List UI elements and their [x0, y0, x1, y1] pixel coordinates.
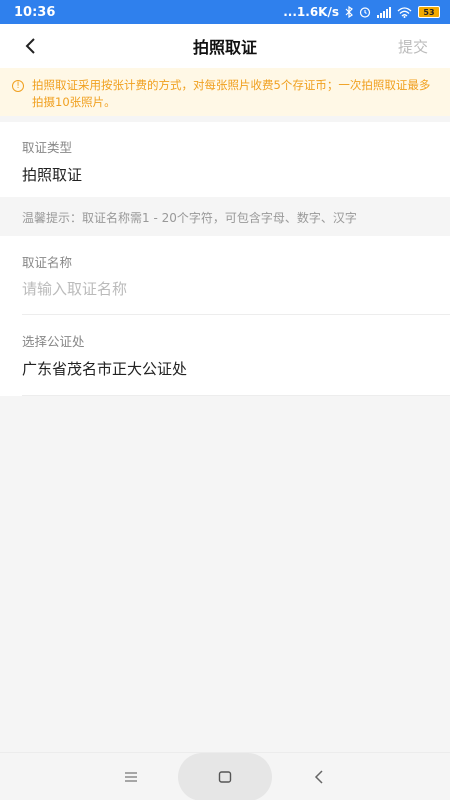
- chevron-left-icon: [25, 38, 35, 54]
- chevron-left-icon: [314, 770, 323, 784]
- evidence-name-label: 取证名称: [22, 255, 73, 270]
- submit-button[interactable]: 提交: [398, 36, 428, 57]
- header: 拍照取证 提交: [0, 24, 450, 68]
- network-speed: ...1.6K/s: [283, 5, 339, 19]
- evidence-type-label: 取证类型: [22, 140, 73, 155]
- system-nav-bar: [0, 752, 450, 800]
- info-icon: !: [12, 80, 24, 92]
- evidence-name-row: 取证名称: [0, 236, 450, 315]
- status-time: 10:36: [14, 4, 56, 20]
- notary-office-value[interactable]: 广东省茂名市正大公证处: [22, 358, 428, 379]
- back-button[interactable]: [16, 32, 44, 60]
- bluetooth-icon: [345, 6, 353, 18]
- name-tip: 温馨提示：取证名称需1 - 20个字符，可包含字母、数字、汉字: [22, 211, 357, 225]
- divider: [22, 395, 450, 396]
- form-card: 取证名称 选择公证处 广东省茂名市正大公证处: [0, 236, 450, 396]
- page-title: 拍照取证: [192, 38, 257, 57]
- battery-level: 53: [423, 7, 435, 17]
- battery-icon: 53: [418, 6, 440, 18]
- notice-banner: ! 拍照取证采用按张计费的方式，对每张照片收费5个存证币；一次拍照取证最多拍摄1…: [0, 68, 450, 116]
- notice-text: 拍照取证采用按张计费的方式，对每张照片收费5个存证币；一次拍照取证最多拍摄10张…: [32, 78, 431, 109]
- evidence-type-section: 取证类型 拍照取证: [0, 122, 450, 197]
- nav-menu-button[interactable]: [120, 767, 142, 787]
- status-icons: ...1.6K/s 53: [283, 5, 440, 19]
- notary-office-row[interactable]: 选择公证处 广东省茂名市正大公证处: [0, 315, 450, 396]
- wifi-icon: [397, 6, 412, 18]
- square-icon: [218, 771, 232, 783]
- status-bar: 10:36 ...1.6K/s 53: [0, 0, 450, 24]
- evidence-type-value: 拍照取证: [22, 166, 83, 184]
- menu-icon: [125, 772, 137, 782]
- nav-back-button[interactable]: [308, 767, 330, 787]
- evidence-name-input[interactable]: [22, 280, 428, 298]
- nav-home-button[interactable]: [214, 767, 236, 787]
- notary-office-label: 选择公证处: [22, 334, 85, 349]
- alarm-icon: [359, 7, 371, 18]
- signal-icon: [377, 6, 391, 18]
